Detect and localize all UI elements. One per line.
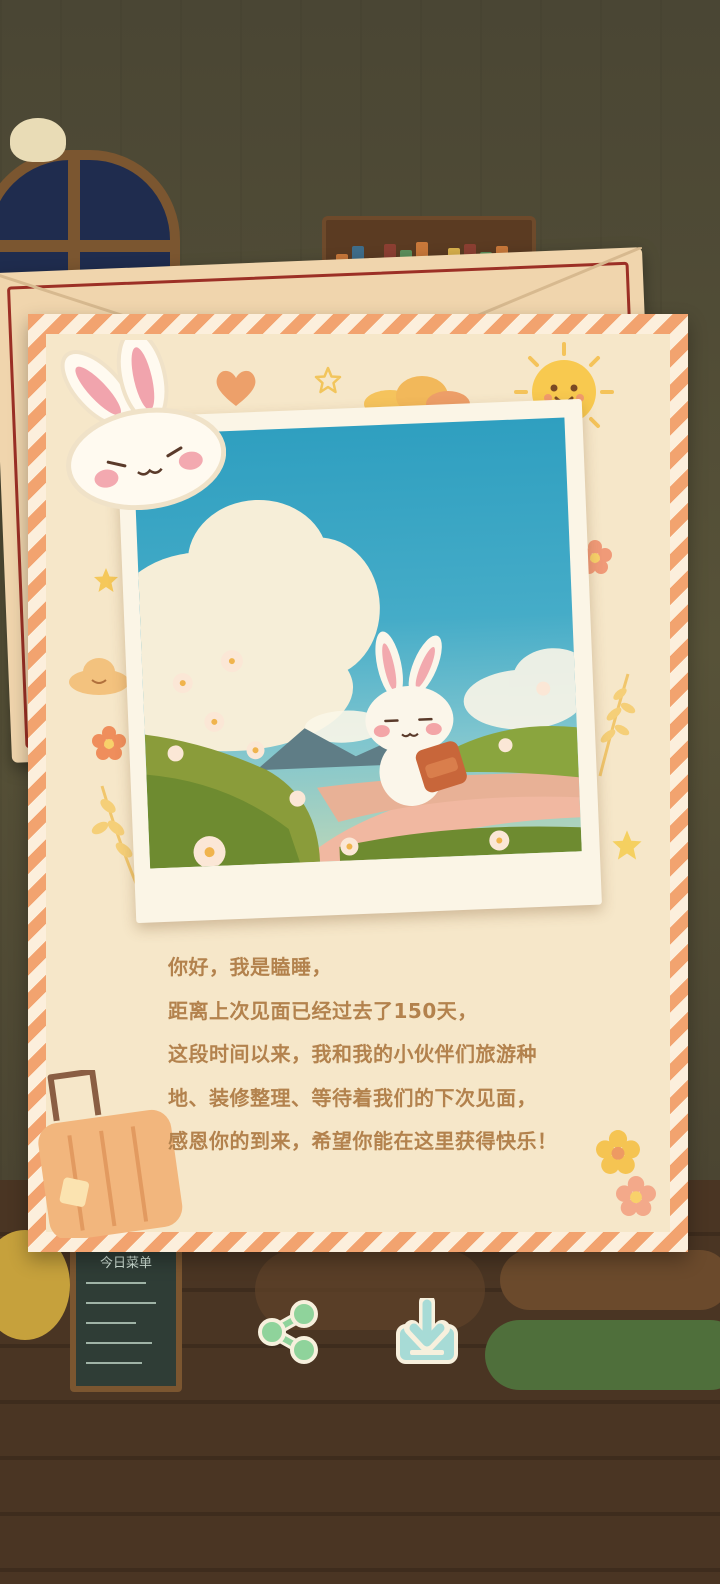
flower-icon xyxy=(92,726,126,760)
leaf-spray-icon xyxy=(598,673,636,777)
message-line: 感恩你的到来，希望你能在这里获得快乐！ xyxy=(168,1129,558,1153)
message-line: 距离上次见面已经过去了150天， xyxy=(168,998,478,1023)
menu-chalkboard: 今日菜单 xyxy=(70,1240,182,1392)
share-button[interactable] xyxy=(256,1298,322,1364)
chalkboard-title: 今日菜单 xyxy=(99,1256,152,1271)
star-icon xyxy=(314,366,342,394)
star-icon xyxy=(612,830,642,860)
share-icon xyxy=(258,1300,318,1364)
bunny-sticker xyxy=(60,340,226,510)
round-table xyxy=(500,1250,720,1310)
green-rug xyxy=(485,1320,720,1390)
message-line: 这段时间以来，我和我的小伙伴们旅游种 xyxy=(168,1042,537,1066)
download-button[interactable] xyxy=(394,1294,460,1364)
flower-icon xyxy=(616,1176,656,1216)
download-icon xyxy=(396,1294,458,1364)
letter-message: 你好，我是瞌睡， 距离上次见面已经过去了150天， 这段时间以来，我和我的小伙伴… xyxy=(168,946,638,1164)
bunny-ornament xyxy=(10,118,66,162)
star-icon xyxy=(94,568,118,592)
message-line: 你好，我是瞌睡， xyxy=(168,955,332,979)
suitcase-icon xyxy=(38,1070,183,1238)
cloud-face-icon xyxy=(69,658,129,695)
message-line: 地、装修整理、等待着我们的下次见面， xyxy=(168,1085,537,1110)
